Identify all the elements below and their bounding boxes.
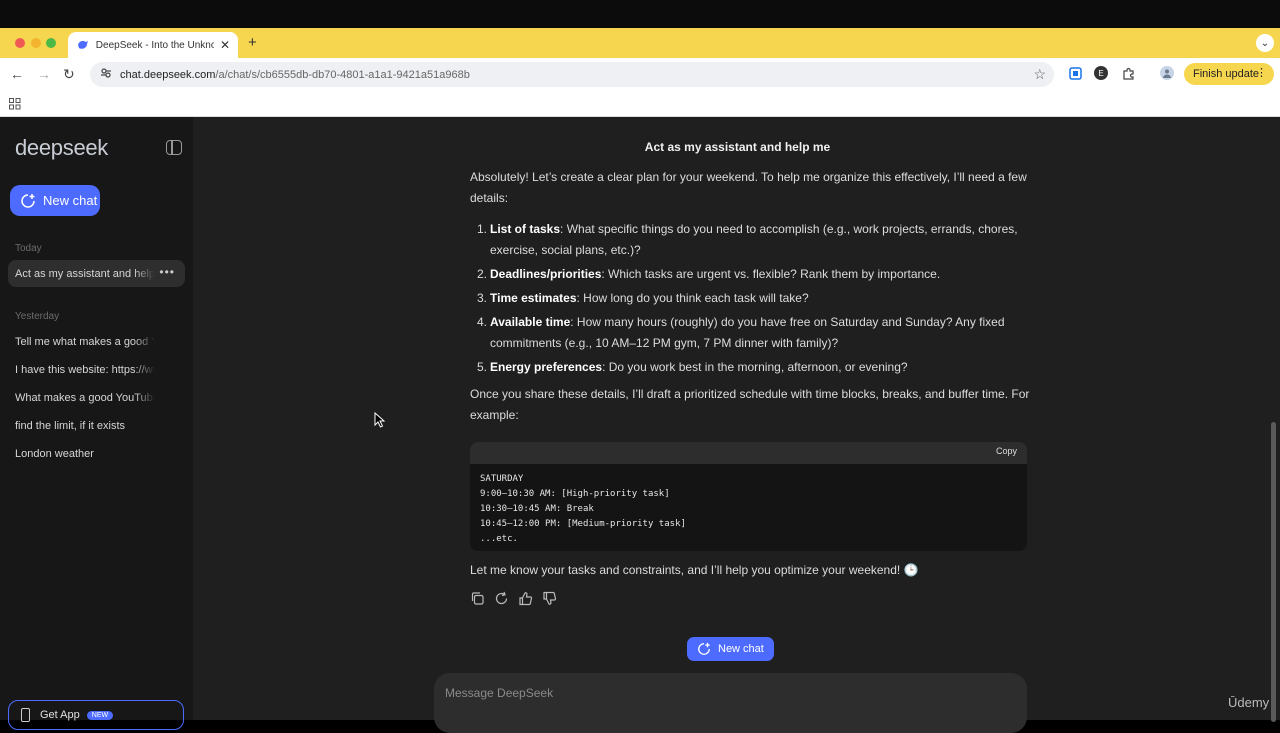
list-item: 2. Deadlines/priorities: Which tasks are … (470, 264, 1030, 285)
tab-search-icon[interactable]: ⌄ (1256, 34, 1274, 52)
udemy-watermark: Ūdemy (1228, 695, 1270, 710)
thumbs-down-icon[interactable] (542, 591, 557, 606)
list-item-heading: List of tasks (490, 222, 561, 236)
collapse-sidebar-icon[interactable] (166, 140, 182, 155)
chat-history-label: I have this website: https://www (15, 363, 155, 376)
chat-history-item[interactable]: Tell me what makes a good YouTube video (8, 328, 185, 355)
tab-title: DeepSeek - Into the Unknown (95, 39, 214, 51)
assistant-message: Absolutely! Let’s create a clear plan fo… (470, 167, 1030, 436)
list-item-text: : Do you work best in the morning, after… (602, 360, 908, 374)
message-intro: Absolutely! Let’s create a clear plan fo… (470, 170, 1027, 205)
new-chat-button[interactable]: New chat (10, 185, 100, 216)
get-app-label: Get App (40, 709, 80, 721)
url-host: chat.deepseek.com (120, 68, 216, 81)
message-actions (470, 591, 557, 606)
list-item-heading: Deadlines/priorities (490, 267, 602, 281)
puzzle-extensions-icon[interactable] (1121, 66, 1135, 80)
list-item-text: : How long do you think each task will t… (576, 291, 809, 305)
chat-history-item[interactable]: find the limit, if it exists (8, 412, 185, 439)
message-input[interactable]: Message DeepSeek (434, 673, 1027, 733)
copy-code-button[interactable]: Copy (996, 446, 1017, 456)
mouse-cursor-icon (374, 412, 385, 428)
message-followup: Once you share these details, I’ll draft… (470, 387, 1030, 422)
browser-tab[interactable]: DeepSeek - Into the Unknown ✕ (68, 32, 238, 58)
minimize-window-button[interactable] (31, 38, 41, 48)
chat-history-label: What makes a good YouTube video (15, 391, 155, 404)
chat-main: Act as my assistant and help me Absolute… (193, 117, 1280, 733)
list-item-text: : What specific things do you need to ac… (490, 222, 1018, 257)
browser-tab-bar: DeepSeek - Into the Unknown ✕ + ⌄ (0, 28, 1280, 58)
browser-toolbar: ← → ↻ chat.deepseek.com/a/chat/s/cb6555d… (0, 58, 1280, 91)
chat-history-label: London weather (15, 447, 94, 460)
chat-history-item[interactable]: What makes a good YouTube video (8, 384, 185, 411)
list-number: 3. (477, 291, 488, 305)
tab-close-icon[interactable]: ✕ (220, 38, 230, 52)
code-block: Copy SATURDAY 9:00–10:30 AM: [High-prior… (470, 442, 1027, 551)
maximize-window-button[interactable] (46, 38, 56, 48)
list-item-heading: Available time (490, 315, 571, 329)
new-chat-label: New chat (43, 193, 98, 208)
bookmarks-bar (0, 91, 1280, 117)
deepseek-favicon-icon (76, 38, 90, 52)
apps-grid-icon[interactable] (9, 97, 21, 110)
list-number: 4. (477, 315, 488, 329)
new-chat-label: New chat (718, 643, 764, 655)
section-today: Today (15, 243, 42, 254)
sidebar: deepseek New chat Today Act as my assist… (0, 117, 193, 730)
chat-history-item[interactable]: Act as my assistant and help me ••• (8, 260, 185, 287)
bookmark-star-icon[interactable]: ☆ (1033, 66, 1046, 83)
close-window-button[interactable] (15, 38, 25, 48)
details-list: 1. List of tasks: What specific things do… (470, 219, 1030, 378)
list-item-text: : Which tasks are urgent vs. flexible? R… (601, 267, 941, 281)
list-item-heading: Time estimates (490, 291, 577, 305)
list-item-heading: Energy preferences (490, 360, 603, 374)
chat-title: Act as my assistant and help me (644, 140, 831, 154)
chat-history-item[interactable]: London weather (8, 440, 185, 467)
copy-icon[interactable] (470, 591, 485, 606)
get-app-button[interactable]: Get App NEW (8, 700, 184, 730)
chat-history-item[interactable]: I have this website: https://www (8, 356, 185, 383)
list-item: 1. List of tasks: What specific things do… (470, 219, 1030, 261)
regenerate-icon[interactable] (494, 591, 509, 606)
new-chat-icon (698, 642, 710, 655)
back-arrow-icon[interactable]: ← (10, 66, 24, 82)
code-content: SATURDAY 9:00–10:30 AM: [High-priority t… (480, 474, 686, 544)
url-text: chat.deepseek.com/a/chat/s/cb6555db-db70… (120, 69, 470, 81)
list-number: 5. (477, 360, 488, 374)
reload-icon[interactable]: ↻ (63, 66, 75, 83)
forward-arrow-icon[interactable]: → (37, 66, 51, 82)
list-number: 1. (477, 222, 488, 236)
message-closing: Let me know your tasks and constraints, … (470, 563, 919, 577)
avatar[interactable] (1160, 66, 1174, 80)
scrollbar[interactable] (1271, 422, 1276, 722)
finish-update-label: Finish update (1193, 68, 1260, 80)
extension-icon[interactable] (1068, 66, 1082, 80)
os-top-bar (0, 0, 1280, 28)
list-item: 3. Time estimates: How long do you think … (470, 288, 1030, 309)
finish-update-button[interactable]: Finish update ⋮ (1184, 63, 1274, 85)
more-vert-icon[interactable]: ⋮ (1256, 66, 1267, 79)
deepseek-logo[interactable]: deepseek (15, 135, 108, 161)
list-number: 2. (477, 267, 488, 281)
chat-history-label: Act as my assistant and help me (15, 267, 155, 280)
new-tab-icon[interactable]: + (248, 34, 257, 51)
address-bar[interactable]: chat.deepseek.com/a/chat/s/cb6555db-db70… (90, 62, 1054, 87)
thumbs-up-icon[interactable] (518, 591, 533, 606)
chat-history-label: Tell me what makes a good YouTube video (15, 335, 155, 348)
more-options-icon[interactable]: ••• (159, 265, 175, 279)
site-settings-icon[interactable] (100, 66, 112, 84)
profile-extension-icon[interactable]: E (1094, 66, 1108, 80)
section-yesterday: Yesterday (15, 311, 60, 322)
new-chat-icon (21, 193, 35, 208)
message-placeholder: Message DeepSeek (445, 686, 554, 700)
chat-history-label: find the limit, if it exists (15, 419, 126, 432)
url-path: /a/chat/s/cb6555db-db70-4801-a1a1-9421a5… (215, 68, 470, 81)
new-badge: NEW (86, 710, 114, 720)
list-item: 4. Available time: How many hours (roughl… (470, 312, 1030, 354)
code-block-header: Copy (470, 442, 1027, 464)
list-item: 5. Energy preferences: Do you work best i… (470, 357, 1030, 378)
new-chat-button-main[interactable]: New chat (687, 637, 774, 661)
